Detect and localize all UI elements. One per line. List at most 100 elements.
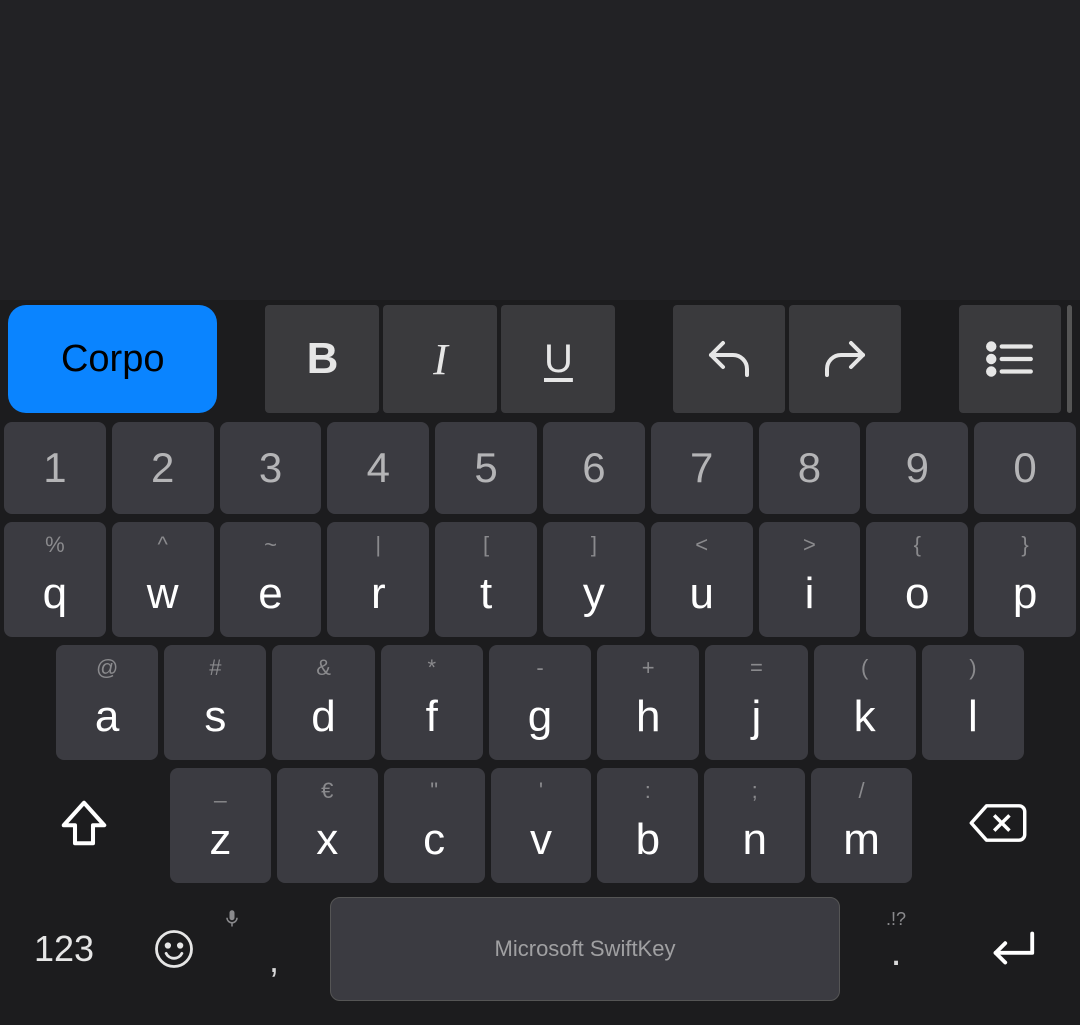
key-3[interactable]: 3 <box>220 422 322 514</box>
emoji-key[interactable] <box>124 895 224 1003</box>
emoji-icon <box>153 928 195 970</box>
key-i[interactable]: >i <box>759 522 861 637</box>
key-label-j: j <box>752 692 762 742</box>
key-1[interactable]: 1 <box>4 422 106 514</box>
key-secondary-y: ] <box>543 532 645 558</box>
key-z[interactable]: _z <box>170 768 271 883</box>
undo-icon <box>705 335 753 383</box>
key-g[interactable]: -g <box>489 645 591 760</box>
key-k[interactable]: (k <box>814 645 916 760</box>
key-label-m: m <box>843 815 880 865</box>
period-hint: .!? <box>846 909 946 930</box>
key-label-y: y <box>583 569 605 619</box>
key-label-b: b <box>636 815 660 865</box>
letter-row-2: @a#s&d*f-g+h=j(k)l <box>4 645 1076 760</box>
key-label-d: d <box>311 692 335 742</box>
key-y[interactable]: ]y <box>543 522 645 637</box>
space-key[interactable]: Microsoft SwiftKey <box>330 897 840 1001</box>
key-r[interactable]: |r <box>327 522 429 637</box>
list-button[interactable] <box>959 305 1061 413</box>
redo-icon <box>821 335 869 383</box>
key-label-v: v <box>530 815 552 865</box>
key-l[interactable]: )l <box>922 645 1024 760</box>
italic-button[interactable]: I <box>383 305 497 413</box>
key-secondary-w: ^ <box>112 532 214 558</box>
key-label-z: z <box>209 815 231 865</box>
key-s[interactable]: #s <box>164 645 266 760</box>
key-u[interactable]: <u <box>651 522 753 637</box>
text-format-group: B I U <box>265 305 615 413</box>
key-q[interactable]: %q <box>4 522 106 637</box>
key-f[interactable]: *f <box>381 645 483 760</box>
enter-key[interactable] <box>946 895 1076 1003</box>
period-key[interactable]: .!? . <box>846 895 946 1003</box>
key-secondary-r: | <box>327 532 429 558</box>
key-j[interactable]: =j <box>705 645 807 760</box>
key-secondary-m: / <box>811 778 912 804</box>
key-secondary-h: + <box>597 655 699 681</box>
underline-button[interactable]: U <box>501 305 615 413</box>
key-p[interactable]: }p <box>974 522 1076 637</box>
key-secondary-u: < <box>651 532 753 558</box>
history-group <box>673 305 901 413</box>
key-6[interactable]: 6 <box>543 422 645 514</box>
key-0[interactable]: 0 <box>974 422 1076 514</box>
key-label-e: e <box>258 569 282 619</box>
key-d[interactable]: &d <box>272 645 374 760</box>
format-toolbar: Corpo B I U <box>0 300 1080 418</box>
backspace-key[interactable] <box>918 768 1078 878</box>
key-x[interactable]: €x <box>277 768 378 883</box>
undo-button[interactable] <box>673 305 785 413</box>
period-label: . <box>890 930 901 975</box>
key-secondary-k: ( <box>814 655 916 681</box>
list-icon <box>985 339 1035 379</box>
key-2[interactable]: 2 <box>112 422 214 514</box>
key-secondary-i: > <box>759 532 861 558</box>
paragraph-style-button[interactable]: Corpo <box>8 305 217 413</box>
key-t[interactable]: [t <box>435 522 537 637</box>
key-a[interactable]: @a <box>56 645 158 760</box>
key-7[interactable]: 7 <box>651 422 753 514</box>
key-label-h: h <box>636 692 660 742</box>
toolbar-scroll-indicator <box>1067 305 1072 413</box>
key-label-l: l <box>968 692 978 742</box>
key-label-p: p <box>1013 569 1037 619</box>
key-secondary-g: - <box>489 655 591 681</box>
key-5[interactable]: 5 <box>435 422 537 514</box>
key-secondary-o: { <box>866 532 968 558</box>
editor-content-area[interactable] <box>0 0 1080 300</box>
key-secondary-x: € <box>277 778 378 804</box>
key-8[interactable]: 8 <box>759 422 861 514</box>
comma-key[interactable]: , <box>224 895 324 1003</box>
key-c[interactable]: "c <box>384 768 485 883</box>
key-b[interactable]: :b <box>597 768 698 883</box>
key-secondary-p: } <box>974 532 1076 558</box>
shift-key[interactable] <box>4 768 164 878</box>
redo-button[interactable] <box>789 305 901 413</box>
bottom-row: 123 , Microsoft SwiftKey .!? . <box>4 891 1076 1006</box>
key-label-r: r <box>371 569 386 619</box>
key-label-k: k <box>854 692 876 742</box>
key-secondary-f: * <box>381 655 483 681</box>
key-secondary-v: ' <box>491 778 592 804</box>
key-h[interactable]: +h <box>597 645 699 760</box>
key-m[interactable]: /m <box>811 768 912 883</box>
mic-icon <box>224 909 324 929</box>
key-label-u: u <box>689 569 713 619</box>
symbols-key[interactable]: 123 <box>4 895 124 1003</box>
key-label-q: q <box>43 569 67 619</box>
comma-label: , <box>269 939 279 981</box>
key-e[interactable]: ~e <box>220 522 322 637</box>
key-o[interactable]: {o <box>866 522 968 637</box>
enter-icon <box>984 928 1038 970</box>
bold-button[interactable]: B <box>265 305 379 413</box>
key-w[interactable]: ^w <box>112 522 214 637</box>
key-v[interactable]: 'v <box>491 768 592 883</box>
number-row: 1234567890 <box>4 422 1076 514</box>
key-9[interactable]: 9 <box>866 422 968 514</box>
key-secondary-c: " <box>384 778 485 804</box>
key-secondary-e: ~ <box>220 532 322 558</box>
key-4[interactable]: 4 <box>327 422 429 514</box>
key-label-s: s <box>204 692 226 742</box>
key-n[interactable]: ;n <box>704 768 805 883</box>
